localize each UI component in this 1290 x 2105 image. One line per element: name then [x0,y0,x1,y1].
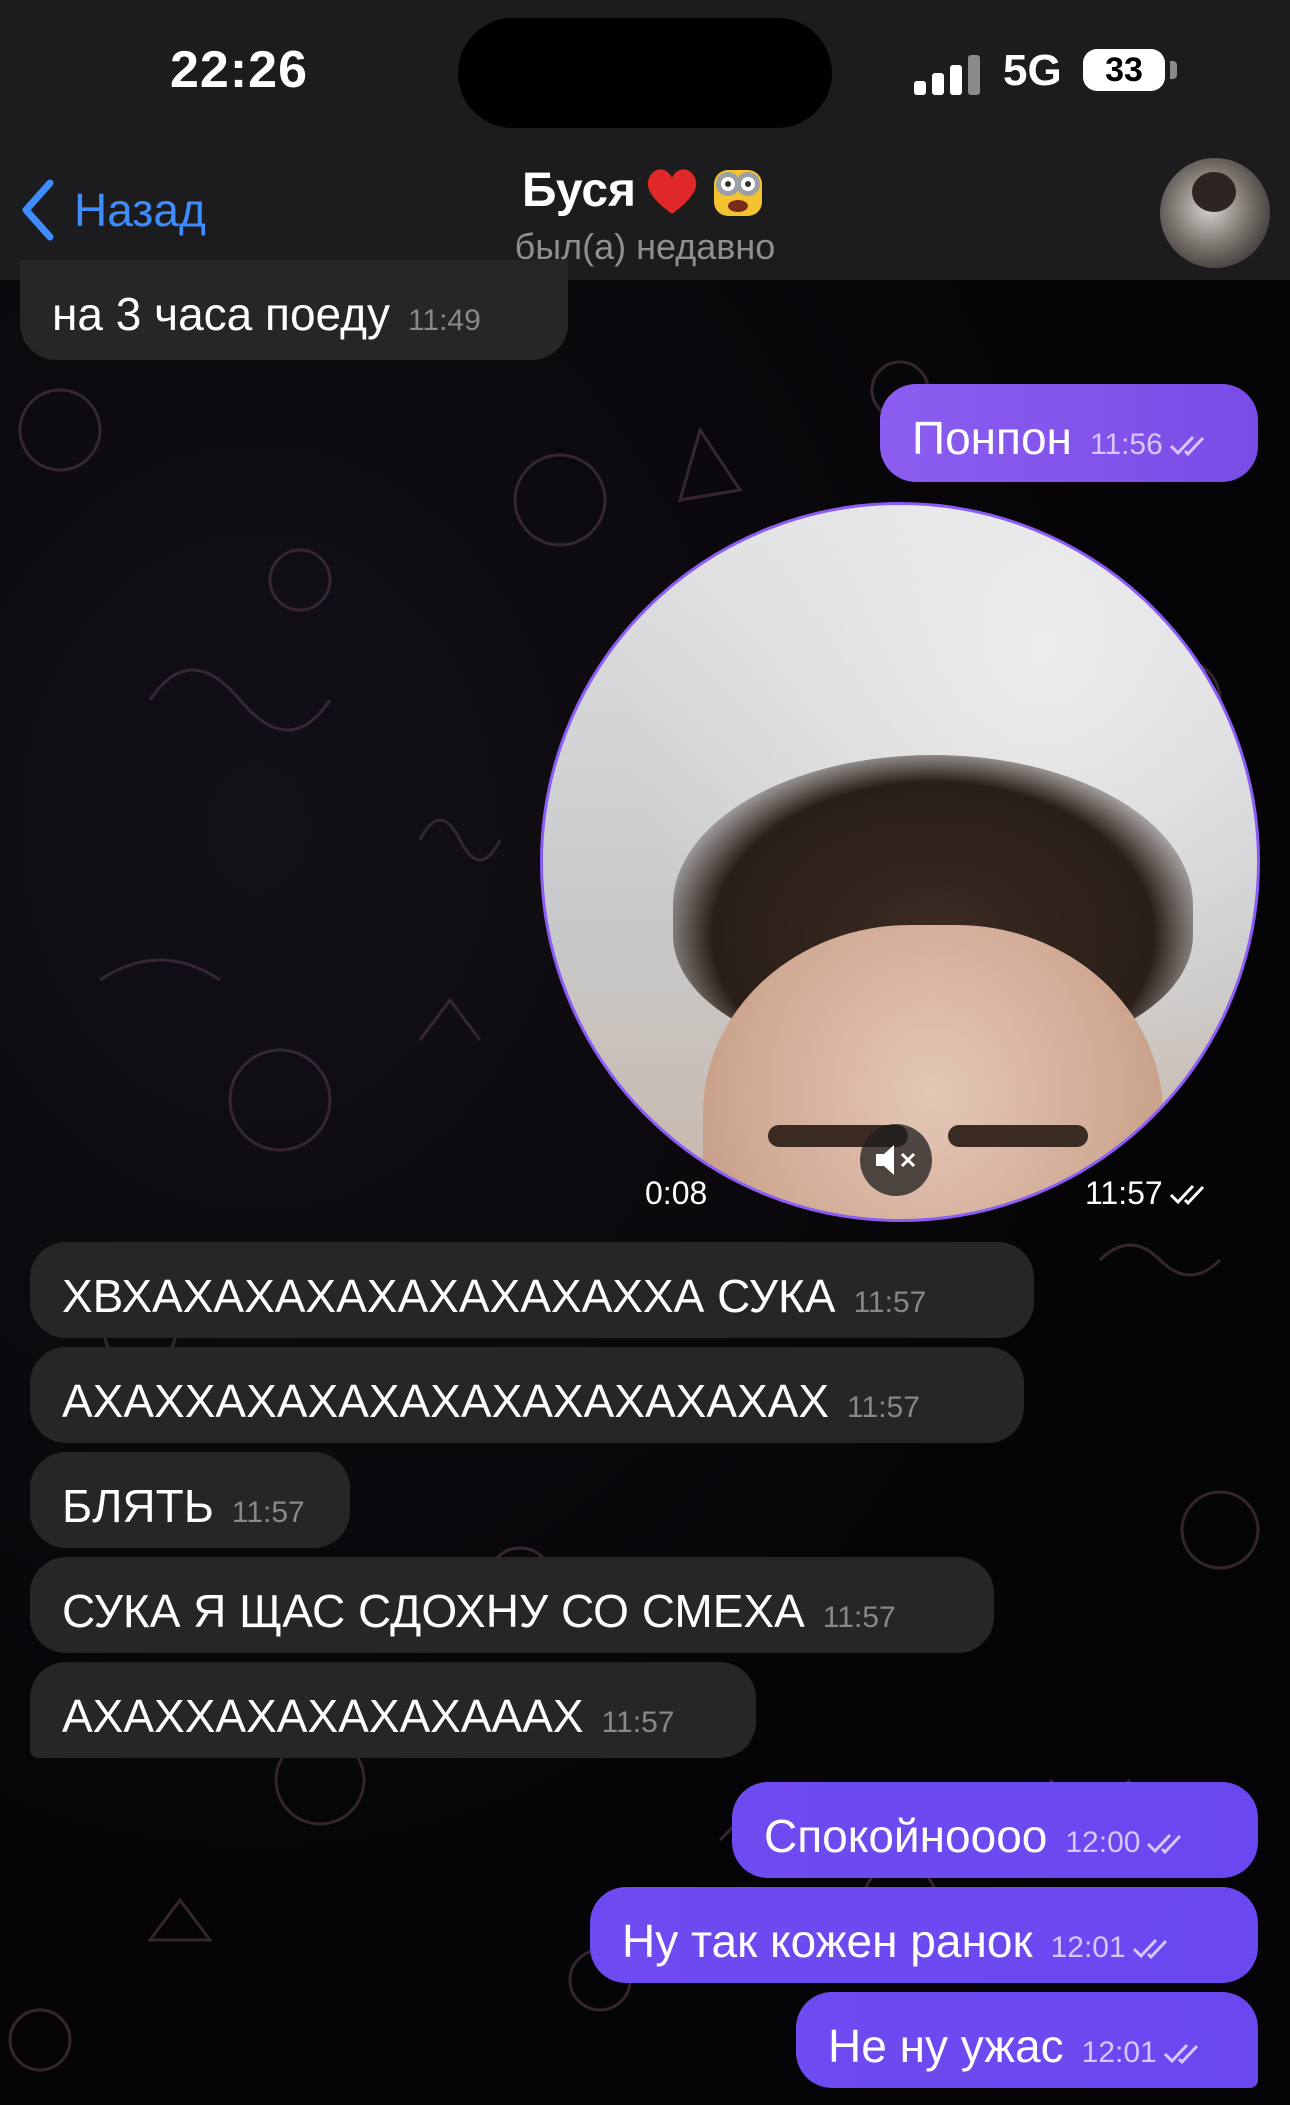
signal-icon [914,55,982,95]
heart-icon [647,169,697,214]
video-time: 11:57 [1085,1175,1209,1212]
video-message[interactable] [540,502,1260,1222]
message-text: Спокойноооо [764,1810,1048,1862]
double-check-icon [1163,2043,1198,2065]
double-check-icon [1169,435,1204,457]
double-check-icon [1147,1833,1182,1855]
message-time: 11:56 [1089,428,1163,461]
message-text: БЛЯТЬ [62,1480,214,1532]
status-bar: 22:26 5G 33 [0,0,1290,140]
contact-name: Буся [521,163,637,217]
message-bubble-incoming[interactable]: АХАХХАХАХАХАХАААХ 11:57 [30,1662,756,1758]
message-bubble-incoming[interactable]: БЛЯТЬ 11:57 [30,1452,350,1548]
message-text: СУКА Я ЩАС СДОХНУ СО СМЕХА [62,1585,805,1637]
message-text: АХАХХАХАХАХАХАХАХАХАХАХАХ [62,1375,830,1427]
message-bubble-outgoing[interactable]: Понпон 11:56 [880,384,1258,482]
message-text: Ну так кожен ранок [622,1915,1033,1967]
network-type: 5G [1003,46,1062,95]
message-time: 11:57 [822,1601,896,1634]
message-bubble-outgoing[interactable]: Не ну ужас 12:01 [796,1992,1258,2088]
battery-icon: 33 [1083,49,1165,91]
message-text: АХАХХАХАХАХАХАААХ [62,1690,584,1742]
message-bubble-incoming[interactable]: СУКА Я ЩАС СДОХНУ СО СМЕХА 11:57 [30,1557,994,1653]
chat-title-area[interactable]: Буся был(а) недавно [0,160,1290,268]
double-check-icon [1132,1938,1167,1960]
clock: 22:26 [170,41,308,99]
message-time: 11:57 [1085,1175,1163,1211]
message-time: 11:57 [601,1706,675,1739]
message-bubble-incoming[interactable]: ХВХАХАХАХАХАХАХАХАХХА СУКА 11:57 [30,1242,1034,1338]
message-bubble-outgoing[interactable]: Спокойноооо 12:00 [732,1782,1258,1878]
message-text: на 3 часа поеду [52,288,390,340]
message-bubble-incoming[interactable]: на 3 часа поеду 11:49 [20,260,568,360]
message-text: Понпон [912,412,1072,464]
avatar[interactable] [1160,158,1270,268]
minion-emoji-icon [714,170,763,216]
video-duration: 0:08 [645,1175,708,1211]
message-bubble-incoming[interactable]: АХАХХАХАХАХАХАХАХАХАХАХАХ 11:57 [30,1347,1024,1443]
battery-tip [1170,61,1177,79]
message-time: 11:49 [407,304,481,337]
chat-header: Назад Буся был(а) недавно [0,140,1290,280]
message-time: 11:57 [231,1496,305,1529]
message-time: 12:01 [1081,2036,1157,2069]
speaker-muted-icon [876,1145,916,1175]
message-text: ХВХАХАХАХАХАХАХАХАХХА СУКА [62,1270,836,1322]
message-time: 12:00 [1065,1826,1141,1859]
message-time: 11:57 [853,1286,927,1319]
message-text: Не ну ужас [828,2020,1064,2072]
mute-button[interactable] [860,1124,932,1196]
message-time: 11:57 [847,1391,920,1424]
dynamic-island [458,18,832,128]
message-time: 12:01 [1050,1931,1126,1964]
double-check-icon [1169,1184,1204,1205]
message-bubble-outgoing[interactable]: Ну так кожен ранок 12:01 [590,1887,1258,1983]
